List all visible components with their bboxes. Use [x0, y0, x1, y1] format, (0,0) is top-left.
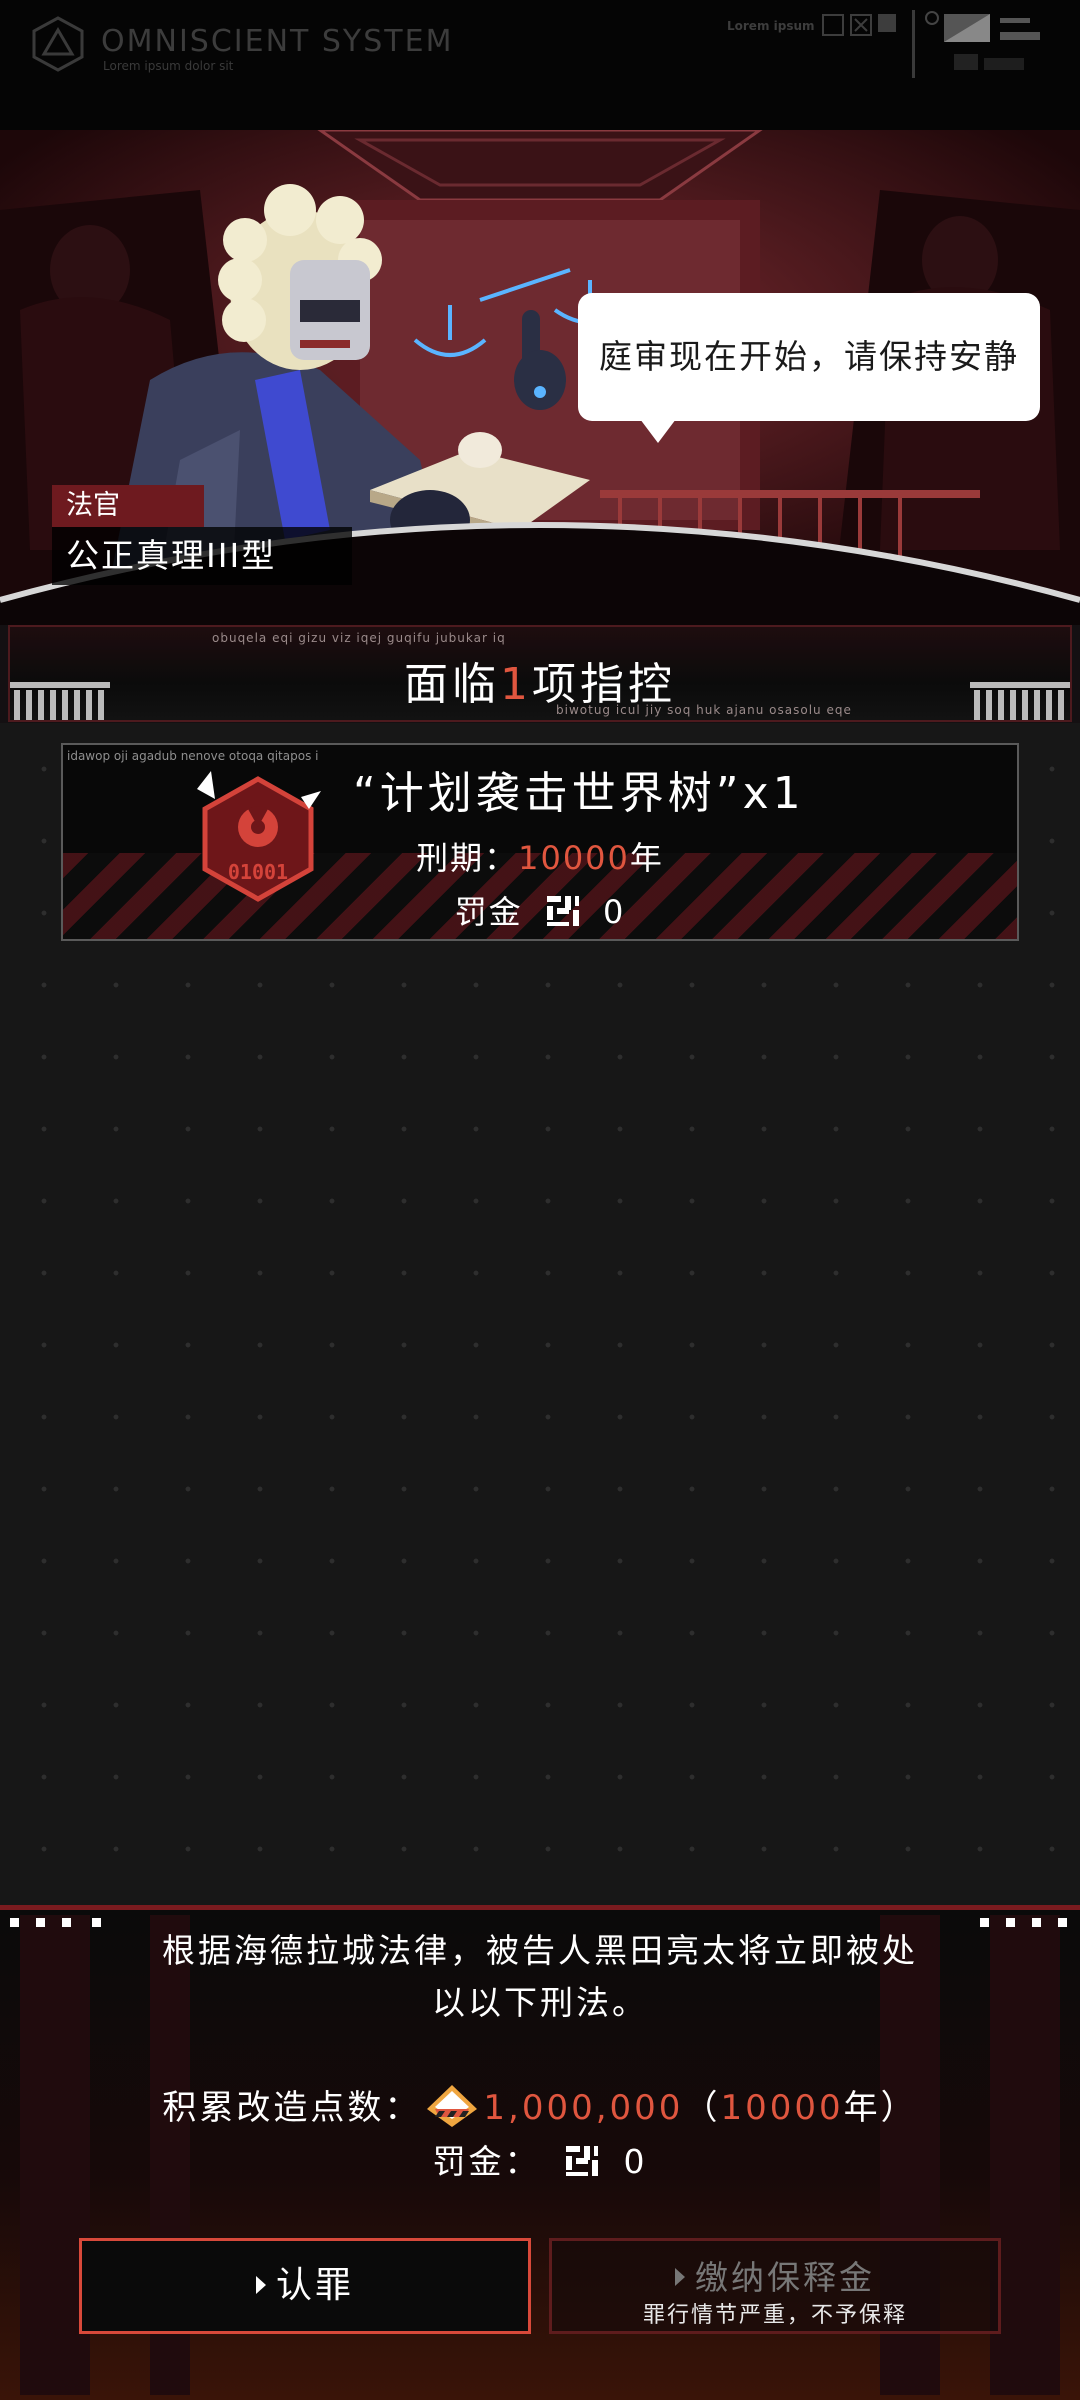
charge-count: 1 — [500, 659, 532, 710]
omniscient-logo-icon — [32, 16, 84, 72]
verdict-fine: 罚金： 0 — [0, 2135, 1080, 2183]
close-box-icon — [850, 14, 872, 36]
banner-caption-top: obuqela eqi gizu viz iqej guqifu jubukar… — [212, 631, 506, 645]
charge-fine: 罚金 0 — [63, 887, 1017, 933]
term-value: 10000 — [518, 839, 630, 877]
play-arrow-icon — [255, 2276, 266, 2294]
status-panel-icon — [925, 11, 1040, 70]
term-label: 刑期： — [416, 839, 519, 877]
corner-dot — [1058, 1918, 1067, 1927]
square-filled-icon — [878, 14, 896, 32]
banner-caption-bottom: biwotug icul jiy soq huk ajanu osasolu e… — [556, 703, 852, 717]
square-outline-icon — [822, 14, 844, 36]
system-title: OMNISCIENT SYSTEM — [101, 24, 454, 59]
play-arrow-icon — [675, 2268, 685, 2286]
charges-title-prefix: 面临 — [404, 659, 500, 710]
verdict-fine-label: 罚金： — [432, 2142, 541, 2181]
judge-role-label: 法官 — [52, 485, 204, 527]
plead-guilty-button[interactable]: 认罪 — [79, 2238, 531, 2334]
accumulated-points: 积累改造点数： 1,000,000（10000年） — [0, 2080, 1080, 2129]
fine-label: 罚金 — [454, 893, 523, 931]
fine-currency-icon — [566, 2146, 598, 2176]
points-years: 10000 — [720, 2088, 844, 2128]
modification-point-icon — [427, 2085, 478, 2127]
top-bar: OMNISCIENT SYSTEM Lorem ipsum dolor sit … — [0, 0, 1080, 130]
corner-dot — [62, 1918, 71, 1927]
corner-dot — [1032, 1918, 1041, 1927]
term-unit: 年 — [629, 839, 664, 877]
corner-dot — [36, 1918, 45, 1927]
fine-value: 0 — [603, 893, 626, 931]
points-label: 积累改造点数： — [162, 2088, 422, 2128]
corner-dot — [980, 1918, 989, 1927]
top-divider — [912, 10, 915, 78]
system-subtitle: Lorem ipsum dolor sit — [103, 59, 234, 73]
bail-note: 罪行情节严重，不予保释 — [642, 2303, 907, 2328]
verdict-text: 根据海德拉城法律，被告人黑田亮太将立即被处以以下刑法。 — [162, 1931, 918, 2022]
pay-bail-label: 缴纳保释金 — [695, 2258, 875, 2297]
points-value: 1,000,000 — [483, 2088, 684, 2128]
corner-dot — [1006, 1918, 1015, 1927]
pay-bail-button[interactable]: 缴纳保释金 罪行情节严重，不予保释 — [549, 2238, 1001, 2334]
charge-term: 刑期：10000年 — [63, 833, 1017, 879]
points-paren-open: （ — [683, 2088, 721, 2128]
charge-card: idawop oji agadub nenove otoqa qitapos i… — [61, 743, 1019, 941]
charge-title: “计划袭击世界树”x1 — [353, 768, 805, 819]
top-label: Lorem ipsum — [727, 19, 815, 33]
corner-dot — [92, 1918, 101, 1927]
fine-currency-icon — [546, 896, 579, 926]
points-paren-close: ） — [880, 2088, 918, 2128]
plead-guilty-label: 认罪 — [275, 2265, 354, 2306]
speech-bubble: 庭审现在开始，请保持安静 — [578, 293, 1040, 421]
charges-title: 面临1项指控 — [0, 648, 1080, 712]
verdict-fine-value: 0 — [623, 2142, 648, 2181]
judge-name: 公正真理III型 — [52, 527, 352, 585]
points-years-unit: 年 — [843, 2088, 881, 2128]
corner-dot — [10, 1918, 19, 1927]
